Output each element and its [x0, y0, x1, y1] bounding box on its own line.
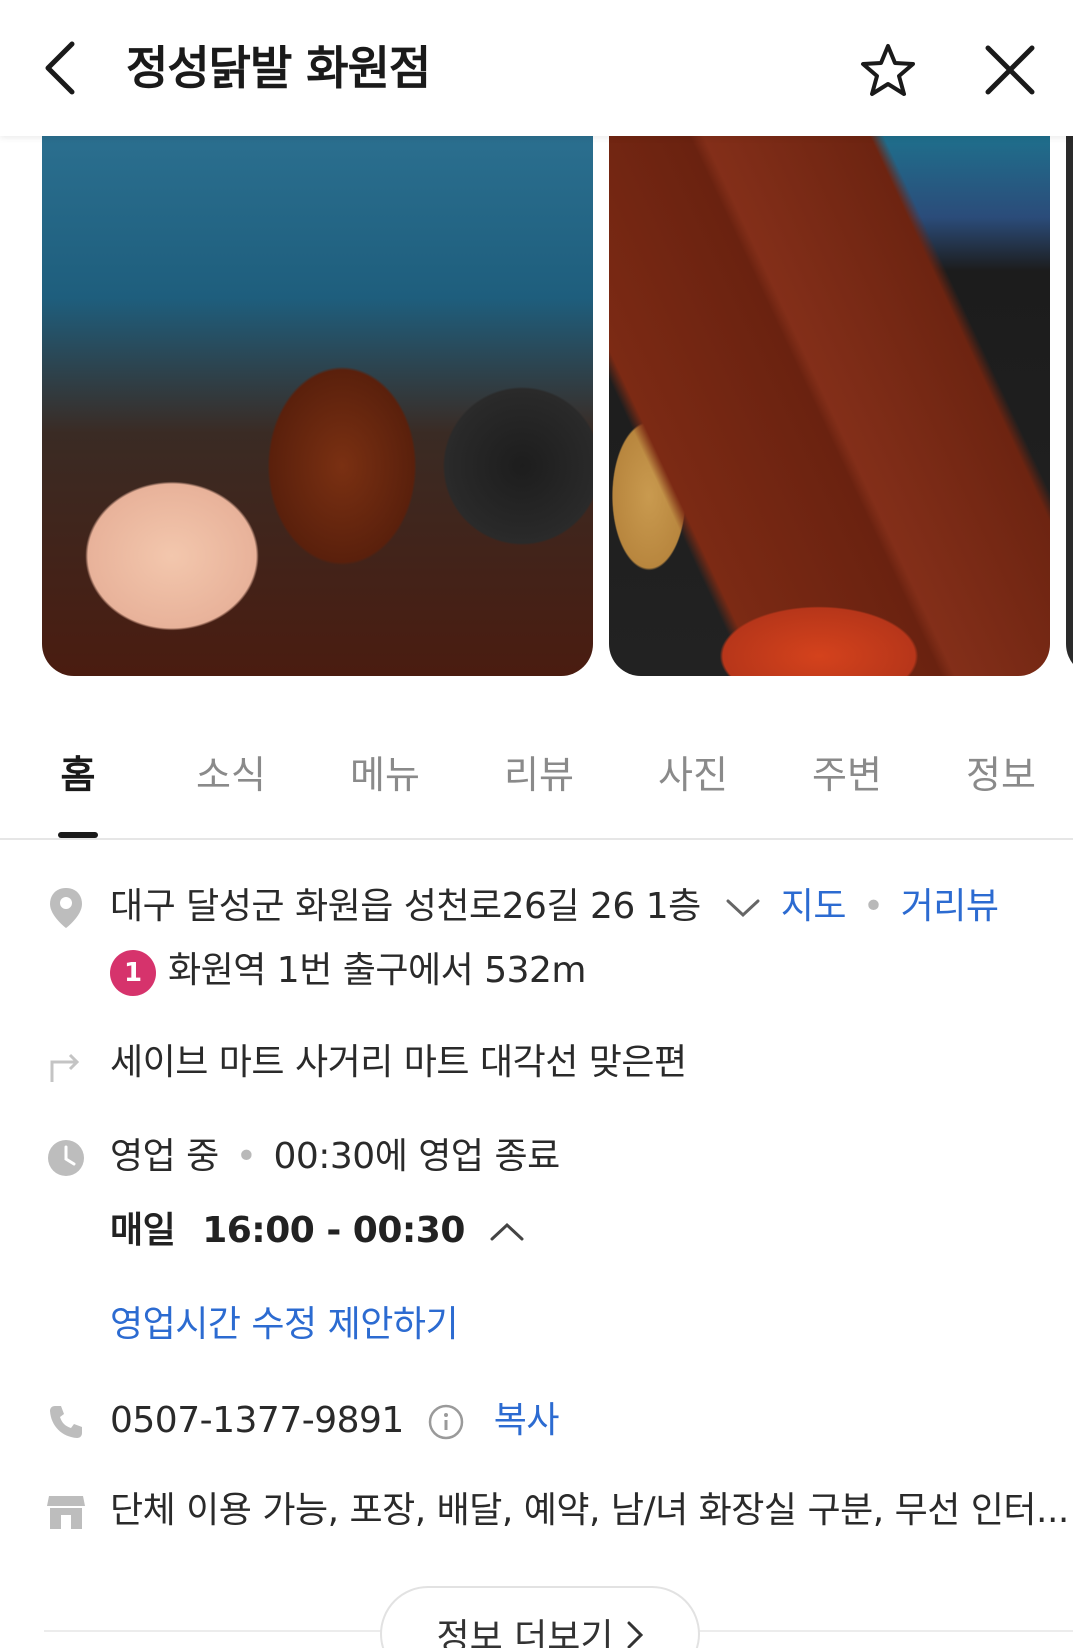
tab-home[interactable]: 홈: [40, 740, 116, 838]
chevron-right-icon: [627, 1621, 643, 1648]
separator-dot: •: [235, 1136, 257, 1177]
phone-number[interactable]: 0507-1377-9891: [110, 1400, 404, 1441]
subway-line-badge: 1: [110, 950, 156, 996]
tab-menu[interactable]: 메뉴: [340, 740, 430, 838]
phone-row: 0507-1377-9891 복사: [110, 1396, 560, 1446]
suggest-hours-link[interactable]: 영업시간 수정 제안하기: [110, 1300, 459, 1350]
hours-detail-row[interactable]: 매일 16:00 - 00:30: [110, 1206, 524, 1256]
close-icon: [985, 45, 1035, 95]
time-range: 16:00 - 00:30: [202, 1210, 465, 1251]
header-bar: 정성닭발 화원점: [0, 0, 1073, 136]
subway-text: 화원역 1번 출구에서 532m: [168, 950, 586, 991]
store-icon: [44, 1490, 88, 1534]
closing-time: 00:30에 영업 종료: [273, 1136, 560, 1177]
directions-text: 세이브 마트 사거리 마트 대각선 맞은편: [110, 1042, 687, 1083]
chevron-up-icon[interactable]: [490, 1222, 524, 1242]
more-info-label: 정보 더보기: [436, 1617, 614, 1648]
street-view-link[interactable]: 거리뷰: [901, 886, 999, 927]
open-status: 영업 중: [110, 1136, 219, 1177]
day-label: 매일: [110, 1210, 176, 1251]
photo-next-partial[interactable]: [1066, 136, 1073, 676]
photo-chicken-feet-held[interactable]: [42, 136, 593, 676]
address-row: 대구 달성군 화원읍 성천로26길 26 1층 지도 • 거리뷰: [110, 882, 999, 932]
tab-active-indicator: [58, 832, 98, 838]
close-button[interactable]: [978, 38, 1042, 102]
back-button[interactable]: [36, 36, 84, 100]
star-outline-icon: [861, 44, 915, 96]
hours-status-row: 영업 중 • 00:30에 영업 종료: [110, 1132, 560, 1182]
copy-link[interactable]: 복사: [494, 1400, 560, 1441]
tab-reviews[interactable]: 리뷰: [494, 740, 584, 838]
chevron-left-icon: [45, 41, 75, 95]
separator-dot: •: [862, 886, 884, 927]
photo-chicken-feet-platters[interactable]: [609, 136, 1050, 676]
address-text: 대구 달성군 화원읍 성천로26길 26 1층: [110, 886, 701, 927]
chevron-down-icon[interactable]: [726, 898, 760, 918]
clock-icon: [44, 1136, 88, 1180]
page-title: 정성닭발 화원점: [126, 41, 431, 95]
amenities-text: 단체 이용 가능, 포장, 배달, 예약, 남/녀 화장실 구분, 무선 인터.…: [110, 1490, 1069, 1531]
photo-carousel[interactable]: [0, 136, 1073, 676]
turn-arrow-icon: [44, 1042, 88, 1086]
tab-news[interactable]: 소식: [186, 740, 276, 838]
tab-info[interactable]: 정보: [956, 740, 1046, 838]
favorite-button[interactable]: [856, 38, 920, 102]
more-info-button[interactable]: 정보 더보기: [380, 1586, 700, 1648]
tab-nearby[interactable]: 주변: [802, 740, 892, 838]
map-link[interactable]: 지도: [781, 886, 847, 927]
phone-icon: [44, 1400, 88, 1444]
location-pin-icon: [44, 886, 88, 930]
tab-photos[interactable]: 사진: [648, 740, 738, 838]
info-circle-icon[interactable]: [427, 1403, 465, 1441]
tab-bar: 홈 소식 메뉴 리뷰 사진 주변 정보: [0, 740, 1073, 840]
